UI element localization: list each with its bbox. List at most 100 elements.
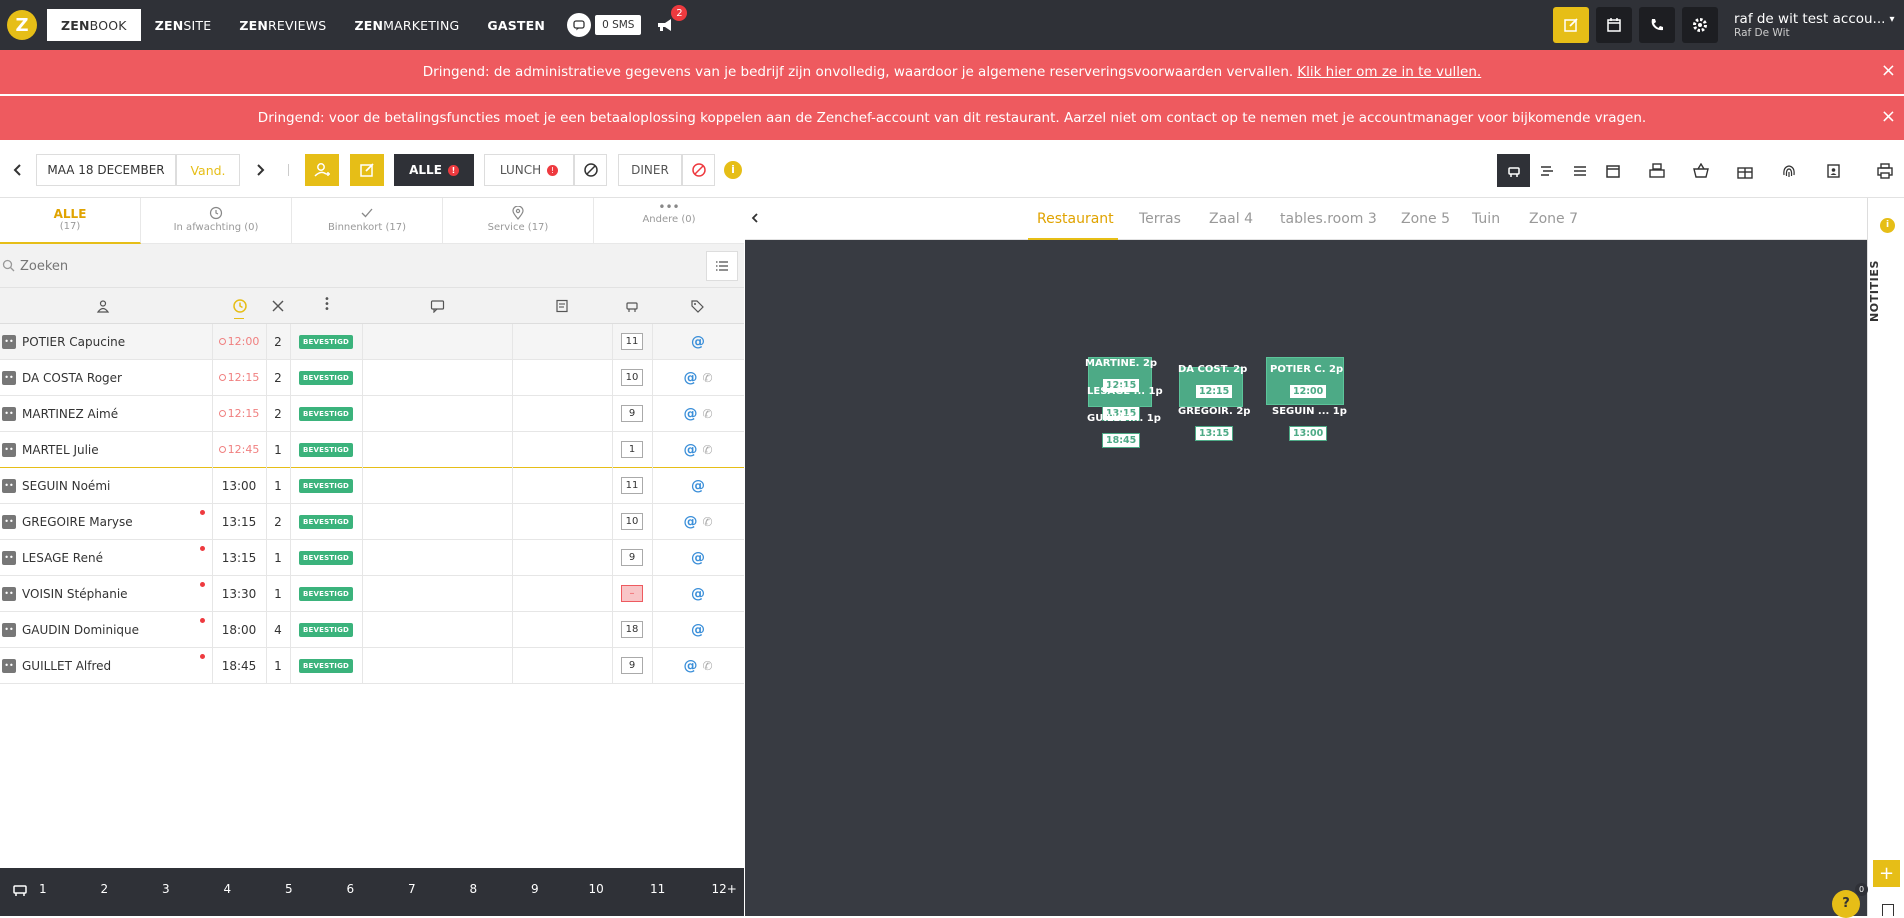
zenchef-logo[interactable]: Z xyxy=(7,10,37,40)
floor-table-name[interactable]: GREGOIR. 2p xyxy=(1178,406,1250,417)
guest-name[interactable]: MARTINEZ Aimé xyxy=(22,407,118,421)
floor-table-name[interactable]: LESAGE ... 1p xyxy=(1087,386,1163,397)
table-number[interactable]: 18 xyxy=(621,621,643,638)
filter-tab-pending[interactable]: In afwachting (0) xyxy=(141,198,292,244)
table-number[interactable]: 9 xyxy=(621,405,643,422)
guest-name[interactable]: MARTEL Julie xyxy=(22,443,99,457)
zone-tab[interactable]: Zaal 4 xyxy=(1209,211,1253,227)
email-icon[interactable]: @ xyxy=(691,334,705,350)
table-number[interactable]: 9 xyxy=(621,657,643,674)
guest-name[interactable]: DA COSTA Roger xyxy=(22,371,122,385)
table-row[interactable]: •• MARTEL Julie 12:45 1 BEVESTIGD 1 @ ✆ xyxy=(0,432,744,468)
table-row[interactable]: •• VOISIN Stéphanie 13:30 1 BEVESTIGD – … xyxy=(0,576,744,612)
email-icon[interactable]: @ xyxy=(683,442,697,458)
party-size-12+[interactable]: 12+ xyxy=(712,882,737,896)
status-badge[interactable]: BEVESTIGD xyxy=(298,478,354,493)
service-all-button[interactable]: ALLE ! xyxy=(394,154,474,186)
shop-button[interactable] xyxy=(1684,154,1717,187)
guest-name[interactable]: GREGOIRE Maryse xyxy=(22,515,133,529)
settings-button[interactable] xyxy=(1682,7,1718,43)
guest-name[interactable]: LESAGE René xyxy=(22,551,103,565)
sms-widget[interactable]: 0 SMS xyxy=(567,13,642,37)
guest-name[interactable]: SEGUIN Noémi xyxy=(22,479,110,493)
phone-icon[interactable]: ✆ xyxy=(702,371,712,385)
guest-name[interactable]: GAUDIN Dominique xyxy=(22,623,139,637)
nav-zenmarketing[interactable]: ZEN MARKETING xyxy=(340,9,473,41)
nav-gasten[interactable]: GASTEN xyxy=(473,9,559,41)
notes-list-icon[interactable] xyxy=(1882,904,1894,916)
email-icon[interactable]: @ xyxy=(683,370,697,386)
zone-tab[interactable]: Restaurant xyxy=(1037,211,1114,227)
status-badge[interactable]: BEVESTIGD xyxy=(298,550,354,565)
admin-warning-link[interactable]: Klik hier om ze in te vullen. xyxy=(1297,64,1481,80)
contacts-button[interactable] xyxy=(1816,154,1849,187)
nav-zensite[interactable]: ZEN SITE xyxy=(141,9,226,41)
table-row[interactable]: •• GREGOIRE Maryse 13:15 2 BEVESTIGD 10 … xyxy=(0,504,744,540)
status-badge[interactable]: BEVESTIGD xyxy=(298,622,354,637)
guest-column-icon[interactable] xyxy=(96,299,110,313)
print-button[interactable] xyxy=(1868,154,1901,187)
close-icon[interactable]: × xyxy=(1881,62,1896,80)
email-icon[interactable]: @ xyxy=(683,406,697,422)
announcements-button[interactable]: 2 xyxy=(653,5,688,37)
table-number[interactable]: – xyxy=(621,585,643,602)
phone-icon[interactable]: ✆ xyxy=(702,515,712,529)
party-size-9[interactable]: 9 xyxy=(531,882,539,896)
column-settings-button[interactable] xyxy=(706,251,738,281)
cutlery-icon[interactable] xyxy=(271,299,285,313)
zone-tab[interactable]: Zone 7 xyxy=(1529,211,1578,227)
party-size-3[interactable]: 3 xyxy=(162,882,170,896)
table-row[interactable]: •• MARTINEZ Aimé 12:15 2 BEVESTIGD 9 @ ✆ xyxy=(0,396,744,432)
info-icon[interactable]: i xyxy=(724,161,742,179)
party-size-10[interactable]: 10 xyxy=(589,882,604,896)
clock-icon[interactable] xyxy=(232,298,248,314)
party-size-1[interactable]: 1 xyxy=(39,882,47,896)
nav-zenreviews[interactable]: ZEN REVIEWS xyxy=(225,9,340,41)
quick-edit-button[interactable] xyxy=(1553,7,1589,43)
timeline-view-button[interactable] xyxy=(1530,154,1563,187)
next-day-button[interactable] xyxy=(252,162,268,178)
info-icon[interactable]: i xyxy=(1880,218,1895,233)
guest-name[interactable]: POTIER Capucine xyxy=(22,335,125,349)
add-reservation-button[interactable] xyxy=(305,154,339,186)
filter-tab-other[interactable]: ••• Andere (0) xyxy=(594,198,744,244)
service-lunch-button[interactable]: LUNCH ! xyxy=(484,154,574,186)
table-row[interactable]: •• DA COSTA Roger 12:15 2 BEVESTIGD 10 @… xyxy=(0,360,744,396)
table-number[interactable]: 1 xyxy=(621,441,643,458)
today-button[interactable]: Vand. xyxy=(176,154,240,186)
zone-tab[interactable]: Terras xyxy=(1139,211,1181,227)
table-number[interactable]: 10 xyxy=(621,513,643,530)
help-button[interactable]: ? xyxy=(1832,890,1860,918)
phone-icon[interactable]: ✆ xyxy=(702,407,712,421)
close-icon[interactable]: × xyxy=(1881,108,1896,126)
account-menu[interactable]: raf de wit test accou... ▾ Raf De Wit xyxy=(1734,11,1904,39)
email-icon[interactable]: @ xyxy=(683,658,697,674)
prev-day-button[interactable] xyxy=(10,162,26,178)
table-row[interactable]: •• GUILLET Alfred 18:45 1 BEVESTIGD 9 @ ✆ xyxy=(0,648,744,684)
tag-icon[interactable] xyxy=(690,299,704,313)
floor-table-name[interactable]: DA COST. 2p xyxy=(1178,364,1247,375)
guest-name[interactable]: GUILLET Alfred xyxy=(22,659,111,673)
more-vertical-icon[interactable]: • • • xyxy=(324,295,330,315)
floor-table-name[interactable]: GUILLET... 1p xyxy=(1087,413,1161,424)
gift-button[interactable] xyxy=(1728,154,1761,187)
table-number[interactable]: 10 xyxy=(621,369,643,386)
lunch-block-button[interactable] xyxy=(574,154,607,186)
floorplan-view-button[interactable] xyxy=(1497,154,1530,187)
floor-table-name[interactable]: SEGUIN ... 1p xyxy=(1272,406,1347,417)
floor-table-name[interactable]: MARTINE. 2p xyxy=(1085,358,1157,369)
status-badge[interactable]: BEVESTIGD xyxy=(298,514,354,529)
email-icon[interactable]: @ xyxy=(691,478,705,494)
table-number[interactable]: 9 xyxy=(621,549,643,566)
zone-tab[interactable]: Zone 5 xyxy=(1401,211,1450,227)
party-size-6[interactable]: 6 xyxy=(347,882,355,896)
email-icon[interactable]: @ xyxy=(691,550,705,566)
table-icon[interactable] xyxy=(625,299,639,313)
guest-name[interactable]: VOISIN Stéphanie xyxy=(22,587,128,601)
party-size-5[interactable]: 5 xyxy=(285,882,293,896)
filter-tab-service[interactable]: Service (17) xyxy=(443,198,594,244)
table-row[interactable]: •• LESAGE René 13:15 1 BEVESTIGD 9 @ xyxy=(0,540,744,576)
zone-tab[interactable]: tables.room 3 xyxy=(1280,211,1377,227)
status-badge[interactable]: BEVESTIGD xyxy=(298,406,354,421)
status-badge[interactable]: BEVESTIGD xyxy=(298,370,354,385)
